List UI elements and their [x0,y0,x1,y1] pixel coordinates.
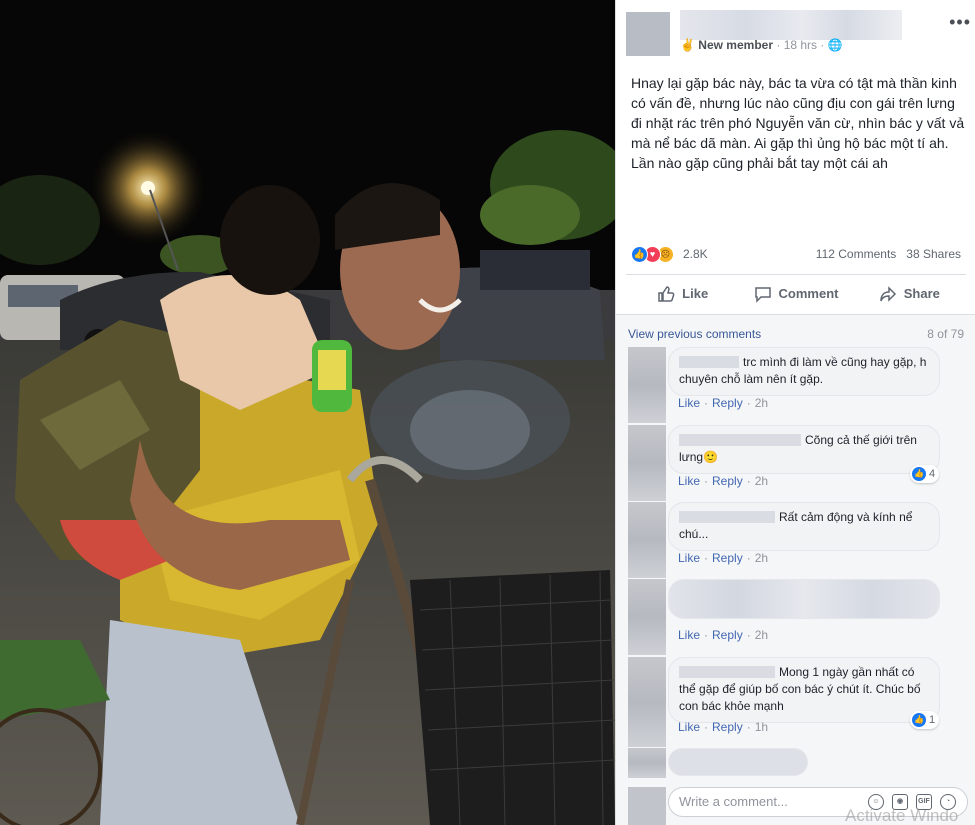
like-label: Like [682,286,709,301]
comment-bubble: Rất cảm động và kính nể chú... [668,502,940,551]
comment-label: Comment [778,286,839,301]
comment-bubble [668,579,940,619]
comment-actions: Like · Reply · 2h [678,551,769,565]
comment [628,748,963,778]
share-label: Share [903,286,940,301]
comment-bubble: Cõng cả thế giới trên lưng🙂 [668,425,940,474]
comment-actions: Like · Reply · 2h [678,396,769,410]
comment-bubble [668,748,808,776]
like-reaction-icon: 👍 [912,713,926,727]
comment-icon [754,286,771,303]
author-name-redacted[interactable] [680,10,902,40]
comments-section: View previous comments 8 of 79 trc mình … [616,314,975,825]
comment: Cõng cả thế giới trên lưng🙂 👍 4 Like · Rep… [628,425,963,501]
photo-image [0,0,615,825]
comment-reply-link[interactable]: Reply [712,474,743,488]
comment-like-badge[interactable]: 👍 4 [910,465,940,483]
comment-time[interactable]: 2h [755,396,768,410]
commenter-name-redacted[interactable] [679,511,775,523]
comments-count[interactable]: 112 Comments [816,247,896,261]
commenter-name-redacted[interactable] [679,356,739,368]
thumbs-up-icon [658,285,675,302]
share-button[interactable]: Share [853,275,966,312]
reaction-count[interactable]: 2.8K [683,247,708,261]
commenter-avatar[interactable] [628,502,666,578]
like-button[interactable]: Like [626,275,739,312]
comment-like-link[interactable]: Like [678,474,700,488]
comment-button[interactable]: Comment [739,275,852,312]
commenter-name-redacted[interactable] [679,666,775,678]
post-counts: 112 Comments 38 Shares [816,247,961,261]
like-reaction-icon: 👍 [912,467,926,481]
comment-like-link[interactable]: Like [678,396,700,410]
comment-reply-link[interactable]: Reply [712,628,743,642]
comment: Like · Reply · 2h [628,579,963,655]
comment: Mong 1 ngày gần nhất có thể gặp để giúp … [628,657,963,747]
comment-bubble: trc mình đi làm về cũng hay gặp, h chuyê… [668,347,940,396]
commenter-name-redacted[interactable] [679,434,801,446]
post-time[interactable]: 18 hrs [784,38,817,52]
current-user-avatar [628,787,666,825]
shares-count[interactable]: 38 Shares [906,247,961,261]
comment-time[interactable]: 2h [755,474,768,488]
comments-page-count: 8 of 79 [927,327,964,341]
comment-reply-link[interactable]: Reply [712,551,743,565]
new-member-icon: ✌ [680,38,695,52]
comment-reply-link[interactable]: Reply [712,720,743,734]
comment-bubble: Mong 1 ngày gần nhất có thể gặp để giúp … [668,657,940,723]
comment-time[interactable]: 2h [755,628,768,642]
share-icon [880,285,896,302]
globe-icon: 🌐 [827,38,843,52]
reaction-icons: 👍 ♥ ☹ [631,246,683,264]
post-meta: ✌ New member · 18 hrs · 🌐 [680,38,843,52]
comment-actions: Like · Reply · 2h [678,474,769,488]
post-header: ✌ New member · 18 hrs · 🌐 ••• [626,10,971,60]
more-options-icon[interactable]: ••• [949,12,971,33]
post-actions: Like Comment Share [626,274,966,312]
comment-like-badge[interactable]: 👍 1 [910,711,940,729]
like-reaction-icon: 👍 [631,246,648,263]
post-text: Hnay lại gặp bác này, bác ta vừa có tật … [631,75,965,171]
commenter-avatar[interactable] [628,657,666,747]
comment-like-count: 1 [929,714,936,726]
comment-like-link[interactable]: Like [678,628,700,642]
comment-reply-link[interactable]: Reply [712,396,743,410]
post-photo[interactable] [0,0,615,825]
commenter-avatar[interactable] [628,579,666,655]
author-avatar[interactable] [626,12,670,56]
comment-time[interactable]: 1h [755,720,768,734]
comment-like-link[interactable]: Like [678,551,700,565]
comment: Rất cảm động và kính nể chú... Like · Repl… [628,502,963,578]
commenter-avatar[interactable] [628,347,666,423]
windows-activation-watermark: Activate Windo [845,806,959,825]
commenter-avatar[interactable] [628,748,666,778]
comment-like-count: 4 [929,468,936,480]
comment-time[interactable]: 2h [755,551,768,565]
view-previous-comments-link[interactable]: View previous comments [628,327,761,341]
post-sidebar: ✌ New member · 18 hrs · 🌐 ••• Hnay lại g… [615,0,975,825]
comment-like-link[interactable]: Like [678,720,700,734]
reactions-bar[interactable]: 👍 ♥ ☹ 2.8K 112 Comments 38 Shares [631,244,961,264]
commenter-avatar[interactable] [628,425,666,501]
new-member-badge: New member [698,38,773,52]
comment-actions: Like · Reply · 1h [678,720,769,734]
comment-actions: Like · Reply · 2h [678,628,769,642]
comment: trc mình đi làm về cũng hay gặp, h chuyê… [628,347,963,423]
